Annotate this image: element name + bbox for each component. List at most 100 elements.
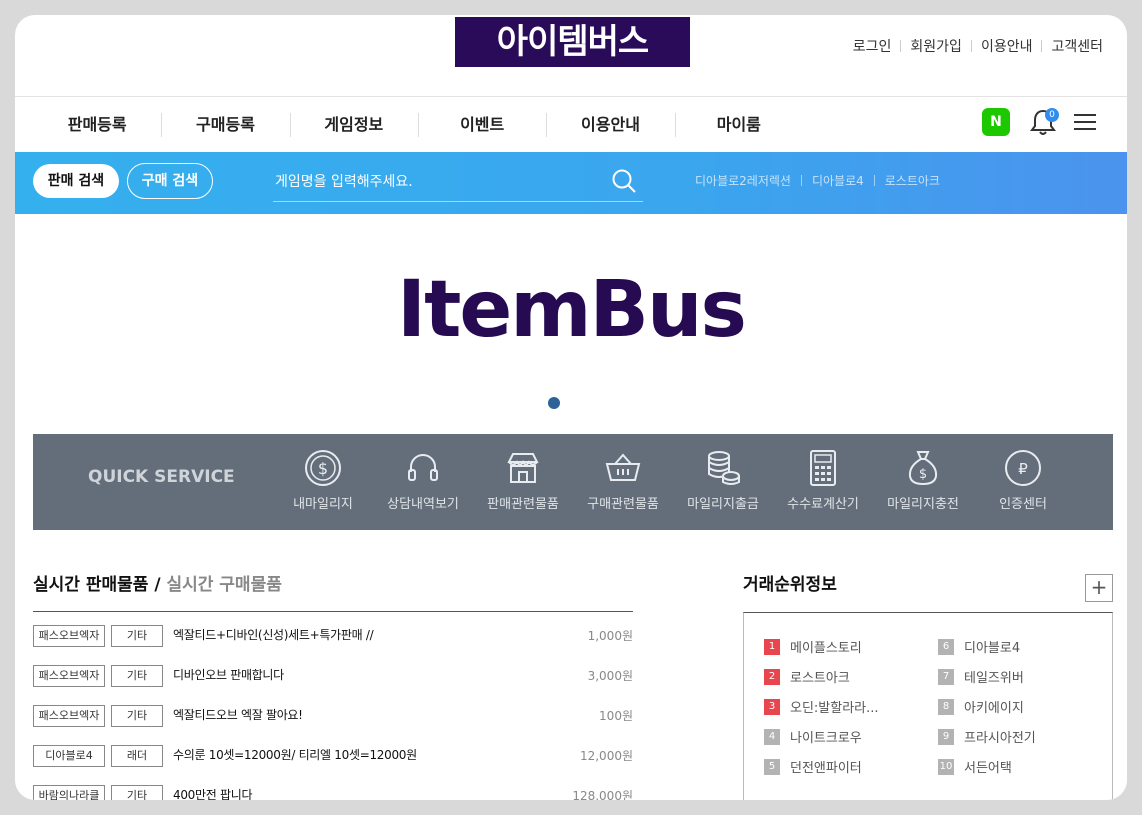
item-price: 100원 <box>599 709 633 723</box>
type-tag: 래더 <box>111 745 163 767</box>
type-tag: 기타 <box>111 785 163 800</box>
quick-item-label: 구매관련물품 <box>587 497 659 512</box>
hero-banner-text[interactable]: ItemBus <box>15 271 1127 349</box>
ranking-item[interactable]: 3 오딘:발할라라... <box>764 697 879 716</box>
game-tag: 디아블로4 <box>33 745 105 767</box>
ranking-item[interactable]: 1 메이플스토리 <box>764 637 862 656</box>
game-tag: 패스오브엑자 <box>33 705 105 727</box>
quick-item-label: 인증센터 <box>999 497 1047 512</box>
ranking-item[interactable]: 9 프라시아전기 <box>938 727 1036 746</box>
signup-link[interactable]: 회원가입 <box>910 36 962 56</box>
nav-item-buy-register[interactable]: 구매등록 <box>161 97 289 152</box>
ranking-item[interactable]: 8 아키에이지 <box>938 697 1024 716</box>
quick-item-label: 판매관련물품 <box>487 497 559 512</box>
game-tag: 패스오브엑자 <box>33 665 105 687</box>
nav-item-game-info[interactable]: 게임정보 <box>289 97 418 152</box>
quick-item-withdraw[interactable]: 마일리지출금 <box>673 448 773 512</box>
coin-stack-icon <box>708 451 740 485</box>
coin-icon: $ <box>305 450 341 486</box>
quick-item-sell-items[interactable]: 판매관련물품 <box>473 448 573 512</box>
ranking-game: 테일즈위버 <box>964 671 1024 686</box>
nav-item-guide[interactable]: 이용안내 <box>546 97 674 152</box>
rank-badge: 1 <box>764 638 780 655</box>
ranking-item[interactable]: 2 로스트아크 <box>764 667 850 686</box>
ranking-game: 나이트크로우 <box>790 731 862 746</box>
calculator-icon <box>810 450 836 486</box>
buy-search-button[interactable]: 구매 검색 <box>127 163 213 199</box>
carousel-dot[interactable] <box>548 397 560 409</box>
page-frame: 아이템버스 로그인 회원가입 이용안내 고객센터 판매등록 구매등록 게임정보 … <box>15 15 1127 800</box>
popular-keywords: 디아블로2레저렉션 디아블로4 로스트아크 <box>695 172 940 189</box>
list-item[interactable]: 패스오브엑자 기타 디바인오브 판매합니다 3,000원 <box>33 660 633 700</box>
ranking-game: 메이플스토리 <box>790 641 862 656</box>
tab-divider: / <box>148 575 167 595</box>
basket-icon <box>605 453 641 481</box>
item-price: 12,000원 <box>579 749 633 763</box>
rank-badge: 4 <box>764 728 780 745</box>
rank-badge: 2 <box>764 668 780 685</box>
ranking-title: 거래순위정보 <box>743 575 837 595</box>
type-tag: 기타 <box>111 625 163 647</box>
quick-item-fee-calc[interactable]: 수수료계산기 <box>773 448 873 512</box>
ranking-item[interactable]: 5 던전앤파이터 <box>764 757 862 776</box>
quick-item-label: 마일리지출금 <box>687 497 759 512</box>
item-price: 128,000원 <box>572 789 633 800</box>
more-button[interactable]: + <box>1085 574 1113 602</box>
item-title[interactable]: 400만전 팝니다 <box>173 786 253 800</box>
main-nav: 판매등록 구매등록 게임정보 이벤트 이용안내 마이룸 <box>33 97 803 152</box>
ranking-item[interactable]: 6 디아블로4 <box>938 637 1020 656</box>
ranking-item[interactable]: 4 나이트크로우 <box>764 727 862 746</box>
ranking-item[interactable]: 10 서든어택 <box>938 757 1012 776</box>
svg-text:$: $ <box>919 467 927 482</box>
list-item[interactable]: 바람의나라클 기타 400만전 팝니다 128,000원 <box>33 780 633 800</box>
quick-item-charge[interactable]: $ 마일리지충전 <box>873 448 973 512</box>
tab-realtime-buy[interactable]: 실시간 구매물품 <box>166 575 281 595</box>
ranking-game: 던전앤파이터 <box>790 761 862 776</box>
nav-item-event[interactable]: 이벤트 <box>417 97 546 152</box>
naver-icon[interactable]: N <box>982 108 1010 136</box>
item-title[interactable]: 디바인오브 판매합니다 <box>173 666 284 683</box>
quick-item-auth-center[interactable]: ₽ 인증센터 <box>973 448 1073 512</box>
quick-item-label: 수수료계산기 <box>787 497 859 512</box>
popular-keyword[interactable]: 디아블로2레저렉션 <box>695 172 791 189</box>
quick-item-buy-items[interactable]: 구매관련물품 <box>573 448 673 512</box>
type-tag: 기타 <box>111 665 163 687</box>
hamburger-menu-icon[interactable] <box>1074 114 1096 132</box>
quick-service-title: QUICK SERVICE <box>88 467 235 487</box>
search-icon[interactable] <box>611 168 637 194</box>
game-tag: 바람의나라클 <box>33 785 105 800</box>
list-item[interactable]: 패스오브엑자 기타 엑잘티드오브 엑잘 팔아요! 100원 <box>33 700 633 740</box>
list-item[interactable]: 패스오브엑자 기타 엑잘티드+디바인(신성)세트+특가판매 // 1,000원 <box>33 620 633 660</box>
quick-item-label: 마일리지충전 <box>887 497 959 512</box>
divider <box>1041 40 1043 52</box>
quick-item-mileage[interactable]: $ 내마일리지 <box>273 448 373 512</box>
search-input[interactable] <box>273 162 643 202</box>
store-icon <box>507 453 539 483</box>
nav-item-myroom[interactable]: 마이룸 <box>674 97 803 152</box>
popular-keyword[interactable]: 로스트아크 <box>885 172 940 189</box>
sell-search-button[interactable]: 판매 검색 <box>33 164 119 198</box>
ranking-game: 로스트아크 <box>790 671 850 686</box>
item-title[interactable]: 엑잘티드+디바인(신성)세트+특가판매 // <box>173 626 374 643</box>
support-link[interactable]: 고객센터 <box>1051 36 1103 56</box>
list-item[interactable]: 디아블로4 래더 수의룬 10셋=12000원/ 티리엘 10셋=12000원 … <box>33 740 633 780</box>
ranking-item[interactable]: 7 테일즈위버 <box>938 667 1024 686</box>
ruble-coin-icon: ₽ <box>1005 450 1041 486</box>
guide-link[interactable]: 이용안내 <box>981 36 1033 56</box>
realtime-list: 패스오브엑자 기타 엑잘티드+디바인(신성)세트+특가판매 // 1,000원 … <box>33 620 633 800</box>
nav-item-sell-register[interactable]: 판매등록 <box>33 97 161 152</box>
quick-item-consult[interactable]: 상담내역보기 <box>373 448 473 512</box>
site-logo[interactable]: 아이템버스 <box>455 17 690 67</box>
login-link[interactable]: 로그인 <box>853 36 892 56</box>
notification-badge: 0 <box>1045 108 1059 122</box>
item-title[interactable]: 수의룬 10셋=12000원/ 티리엘 10셋=12000원 <box>173 746 417 763</box>
top-links: 로그인 회원가입 이용안내 고객센터 <box>853 36 1103 56</box>
rank-badge: 7 <box>938 668 954 685</box>
item-price: 3,000원 <box>587 669 633 683</box>
divider <box>873 175 875 186</box>
search-bar: 판매 검색 구매 검색 디아블로2레저렉션 디아블로4 로스트아크 <box>15 152 1127 214</box>
popular-keyword[interactable]: 디아블로4 <box>812 172 864 189</box>
tab-realtime-sell[interactable]: 실시간 판매물품 <box>33 575 148 595</box>
item-title[interactable]: 엑잘티드오브 엑잘 팔아요! <box>173 706 303 723</box>
money-bag-icon: $ <box>908 451 938 486</box>
